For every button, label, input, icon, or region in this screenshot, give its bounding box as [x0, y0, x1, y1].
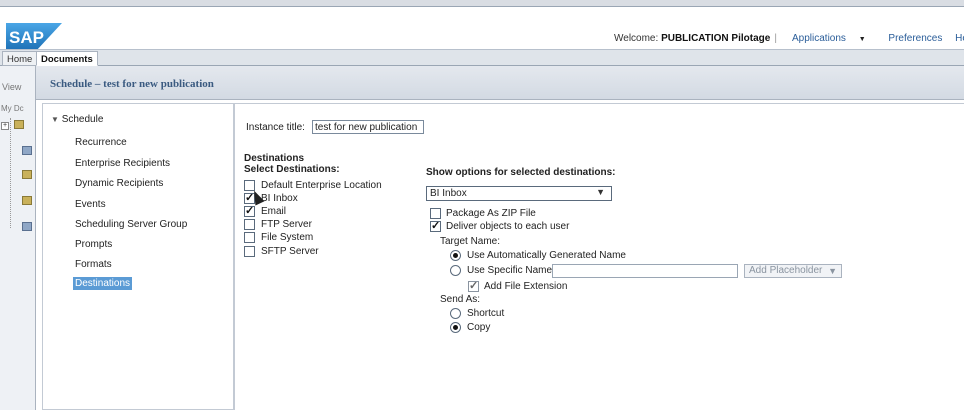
default-enterprise-location-label: Default Enterprise Location	[261, 180, 382, 191]
sftp-server-label: SFTP Server	[261, 246, 319, 257]
file-system-label: File System	[261, 232, 314, 243]
chevron-down-icon: ▼	[596, 187, 605, 197]
view-label[interactable]: View	[2, 82, 21, 92]
sftp-server-checkbox[interactable]	[244, 246, 255, 257]
file-system-checkbox[interactable]	[244, 232, 255, 243]
destinations-heading: Destinations	[244, 153, 305, 164]
svg-text:SAP: SAP	[9, 28, 44, 47]
select-destinations-label: Select Destinations:	[244, 164, 340, 175]
options-heading: Show options for selected destinations:	[426, 167, 616, 178]
add-file-extension-checkbox[interactable]: ✓	[468, 281, 479, 292]
collapse-arrow-icon: ▼	[51, 115, 59, 124]
specific-name-input[interactable]	[552, 264, 738, 278]
copy-label: Copy	[467, 322, 491, 333]
folder-icon[interactable]	[14, 120, 24, 129]
user-name: PUBLICATION Pilotage	[661, 33, 771, 44]
use-specific-name-label: Use Specific Name	[467, 265, 553, 276]
tab-home[interactable]: Home	[2, 51, 38, 66]
destination-select-value: BI Inbox	[430, 188, 467, 199]
nav-item-prompts[interactable]: Prompts	[75, 239, 112, 250]
package-zip-checkbox[interactable]	[430, 208, 441, 219]
nav-item-scheduling-server-group[interactable]: Scheduling Server Group	[75, 219, 187, 230]
destination-select[interactable]: BI Inbox ▼	[426, 186, 612, 201]
nav-item-formats[interactable]: Formats	[75, 259, 112, 270]
nav-item-dynamic-recipients[interactable]: Dynamic Recipients	[75, 178, 163, 189]
nav-item-recurrence[interactable]: Recurrence	[75, 137, 127, 148]
default-enterprise-location-checkbox[interactable]	[244, 180, 255, 191]
welcome-label: Welcome:	[614, 33, 659, 44]
documents-side-strip	[0, 66, 36, 410]
sap-logo: SAP	[6, 23, 62, 51]
bi-inbox-label: BI Inbox	[261, 193, 298, 204]
preferences-link[interactable]: Preferences	[888, 33, 942, 44]
sap-bi-launchpad-window: { "header": { "logo_text": "SAP", "welco…	[0, 0, 964, 410]
report-icon[interactable]	[22, 170, 32, 179]
top-border	[0, 0, 964, 7]
email-label: Email	[261, 206, 287, 217]
add-placeholder-label: Add Placeholder	[749, 265, 823, 276]
instance-title-label: Instance title:	[246, 122, 305, 133]
shortcut-radio[interactable]	[450, 308, 461, 319]
header-links: Applications ▼ Preferences Help me	[792, 33, 964, 44]
applications-menu[interactable]: Applications ▼	[792, 33, 876, 44]
nav-item-enterprise-recipients[interactable]: Enterprise Recipients	[75, 158, 170, 169]
header-bar: SAP Welcome: PUBLICATION Pilotage | Appli…	[0, 7, 964, 51]
ftp-server-label: FTP Server	[261, 219, 312, 230]
nav-item-events[interactable]: Events	[75, 199, 106, 210]
tab-documents[interactable]: Documents	[36, 51, 98, 66]
email-checkbox[interactable]: ✓	[244, 206, 255, 217]
document-icon[interactable]	[22, 222, 32, 231]
tree-connector	[10, 118, 11, 228]
help-link[interactable]: Help me	[955, 33, 964, 44]
use-auto-name-label: Use Automatically Generated Name	[467, 250, 626, 261]
shortcut-label: Shortcut	[467, 308, 505, 319]
add-file-extension-label: Add File Extension	[484, 281, 568, 292]
nav-item-destinations[interactable]: Destinations	[73, 277, 133, 290]
nav-root-schedule[interactable]: ▼ Schedule	[51, 114, 103, 125]
instance-title-input[interactable]	[312, 120, 424, 134]
my-documents-label[interactable]: My Dc	[1, 104, 35, 113]
document-icon[interactable]	[22, 146, 32, 155]
schedule-title-bar: Schedule – test for new publication	[36, 66, 964, 100]
expand-icon[interactable]: +	[1, 122, 9, 130]
tab-bar: Home Documents	[0, 49, 964, 66]
target-name-label: Target Name:	[440, 236, 501, 247]
schedule-nav-panel: ▼ Schedule Recurrence Enterprise Recipie…	[42, 103, 234, 410]
send-as-label: Send As:	[440, 294, 481, 305]
report-icon[interactable]	[22, 196, 32, 205]
chevron-down-icon: ▼	[828, 266, 837, 276]
deliver-each-user-checkbox[interactable]: ✓	[430, 221, 441, 232]
page-title: Schedule – test for new publication	[50, 78, 214, 90]
use-auto-name-radio[interactable]	[450, 250, 461, 261]
package-zip-label: Package As ZIP File	[446, 208, 536, 219]
caret-down-icon: ▼	[858, 36, 866, 43]
deliver-each-user-label: Deliver objects to each user	[446, 221, 570, 232]
add-placeholder-select[interactable]: Add Placeholder ▼	[744, 264, 842, 278]
ftp-server-checkbox[interactable]	[244, 219, 255, 230]
use-specific-name-radio[interactable]	[450, 265, 461, 276]
copy-radio[interactable]	[450, 322, 461, 333]
welcome-message: Welcome: PUBLICATION Pilotage |	[614, 33, 777, 44]
